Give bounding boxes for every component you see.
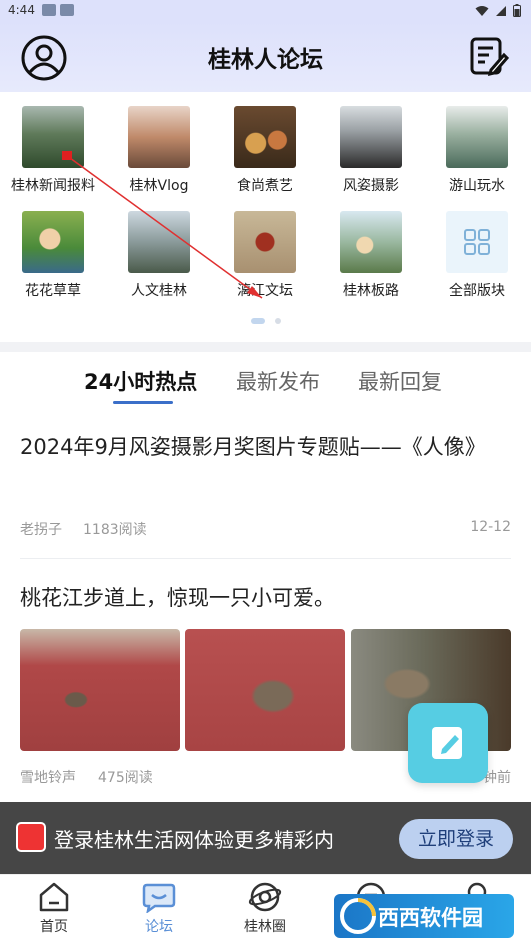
post-author: 雪地铃声 [20,770,76,786]
post-title: 桃花江步道上，惊现一只小可爱。 [20,586,335,610]
forum-icon [142,883,176,913]
post-author: 老拐子 [20,522,62,538]
login-prompt-text: 登录桂林生活网体验更多精彩内 [54,828,334,852]
tab-hot-24h[interactable]: 24小时热点 [84,366,197,396]
section-divider [0,342,531,352]
nav-item-guilin-circle[interactable]: 桂林圈 [225,881,305,936]
post-photo[interactable] [20,629,180,751]
home-icon [39,882,69,912]
annotation-arrow [62,151,263,299]
compose-icon [432,727,462,759]
post-read-count: 475阅读 [98,770,153,786]
nav-label: 论坛 [145,919,173,935]
site-logo [16,822,46,852]
post-read-count: 1183阅读 [83,522,147,538]
login-banner: 登录桂林生活网体验更多精彩内 立即登录 [0,802,531,874]
feed-tabs: 24小时热点 最新发布 最新回复 [0,352,531,408]
nav-label: 桂林圈 [244,919,286,935]
post-date: 12-12 [470,519,511,535]
post-item[interactable]: 2024年9月风姿摄影月奖图片专题贴——《人像》 [20,430,512,464]
watermark-text: 西西软件园 [378,906,483,930]
nav-label: 首页 [40,919,68,935]
nav-item-home[interactable]: 首页 [14,881,94,936]
tab-latest-replies[interactable]: 最新回复 [358,366,442,396]
active-tab-indicator [113,401,173,404]
planet-icon [248,882,282,912]
post-divider [20,558,511,559]
post-item[interactable]: 桃花江步道上，惊现一只小可爱。 [20,581,512,615]
post-photo[interactable] [185,629,345,751]
site-watermark-logo: 西西软件园 [334,894,514,938]
login-button[interactable]: 立即登录 [399,819,513,859]
nav-item-forum[interactable]: 论坛 [119,881,199,936]
post-title: 2024年9月风姿摄影月奖图片专题贴——《人像》 [20,435,486,459]
compose-fab[interactable] [408,703,488,783]
tab-latest-posts[interactable]: 最新发布 [236,366,320,396]
watermark-emblem-icon [340,898,376,934]
